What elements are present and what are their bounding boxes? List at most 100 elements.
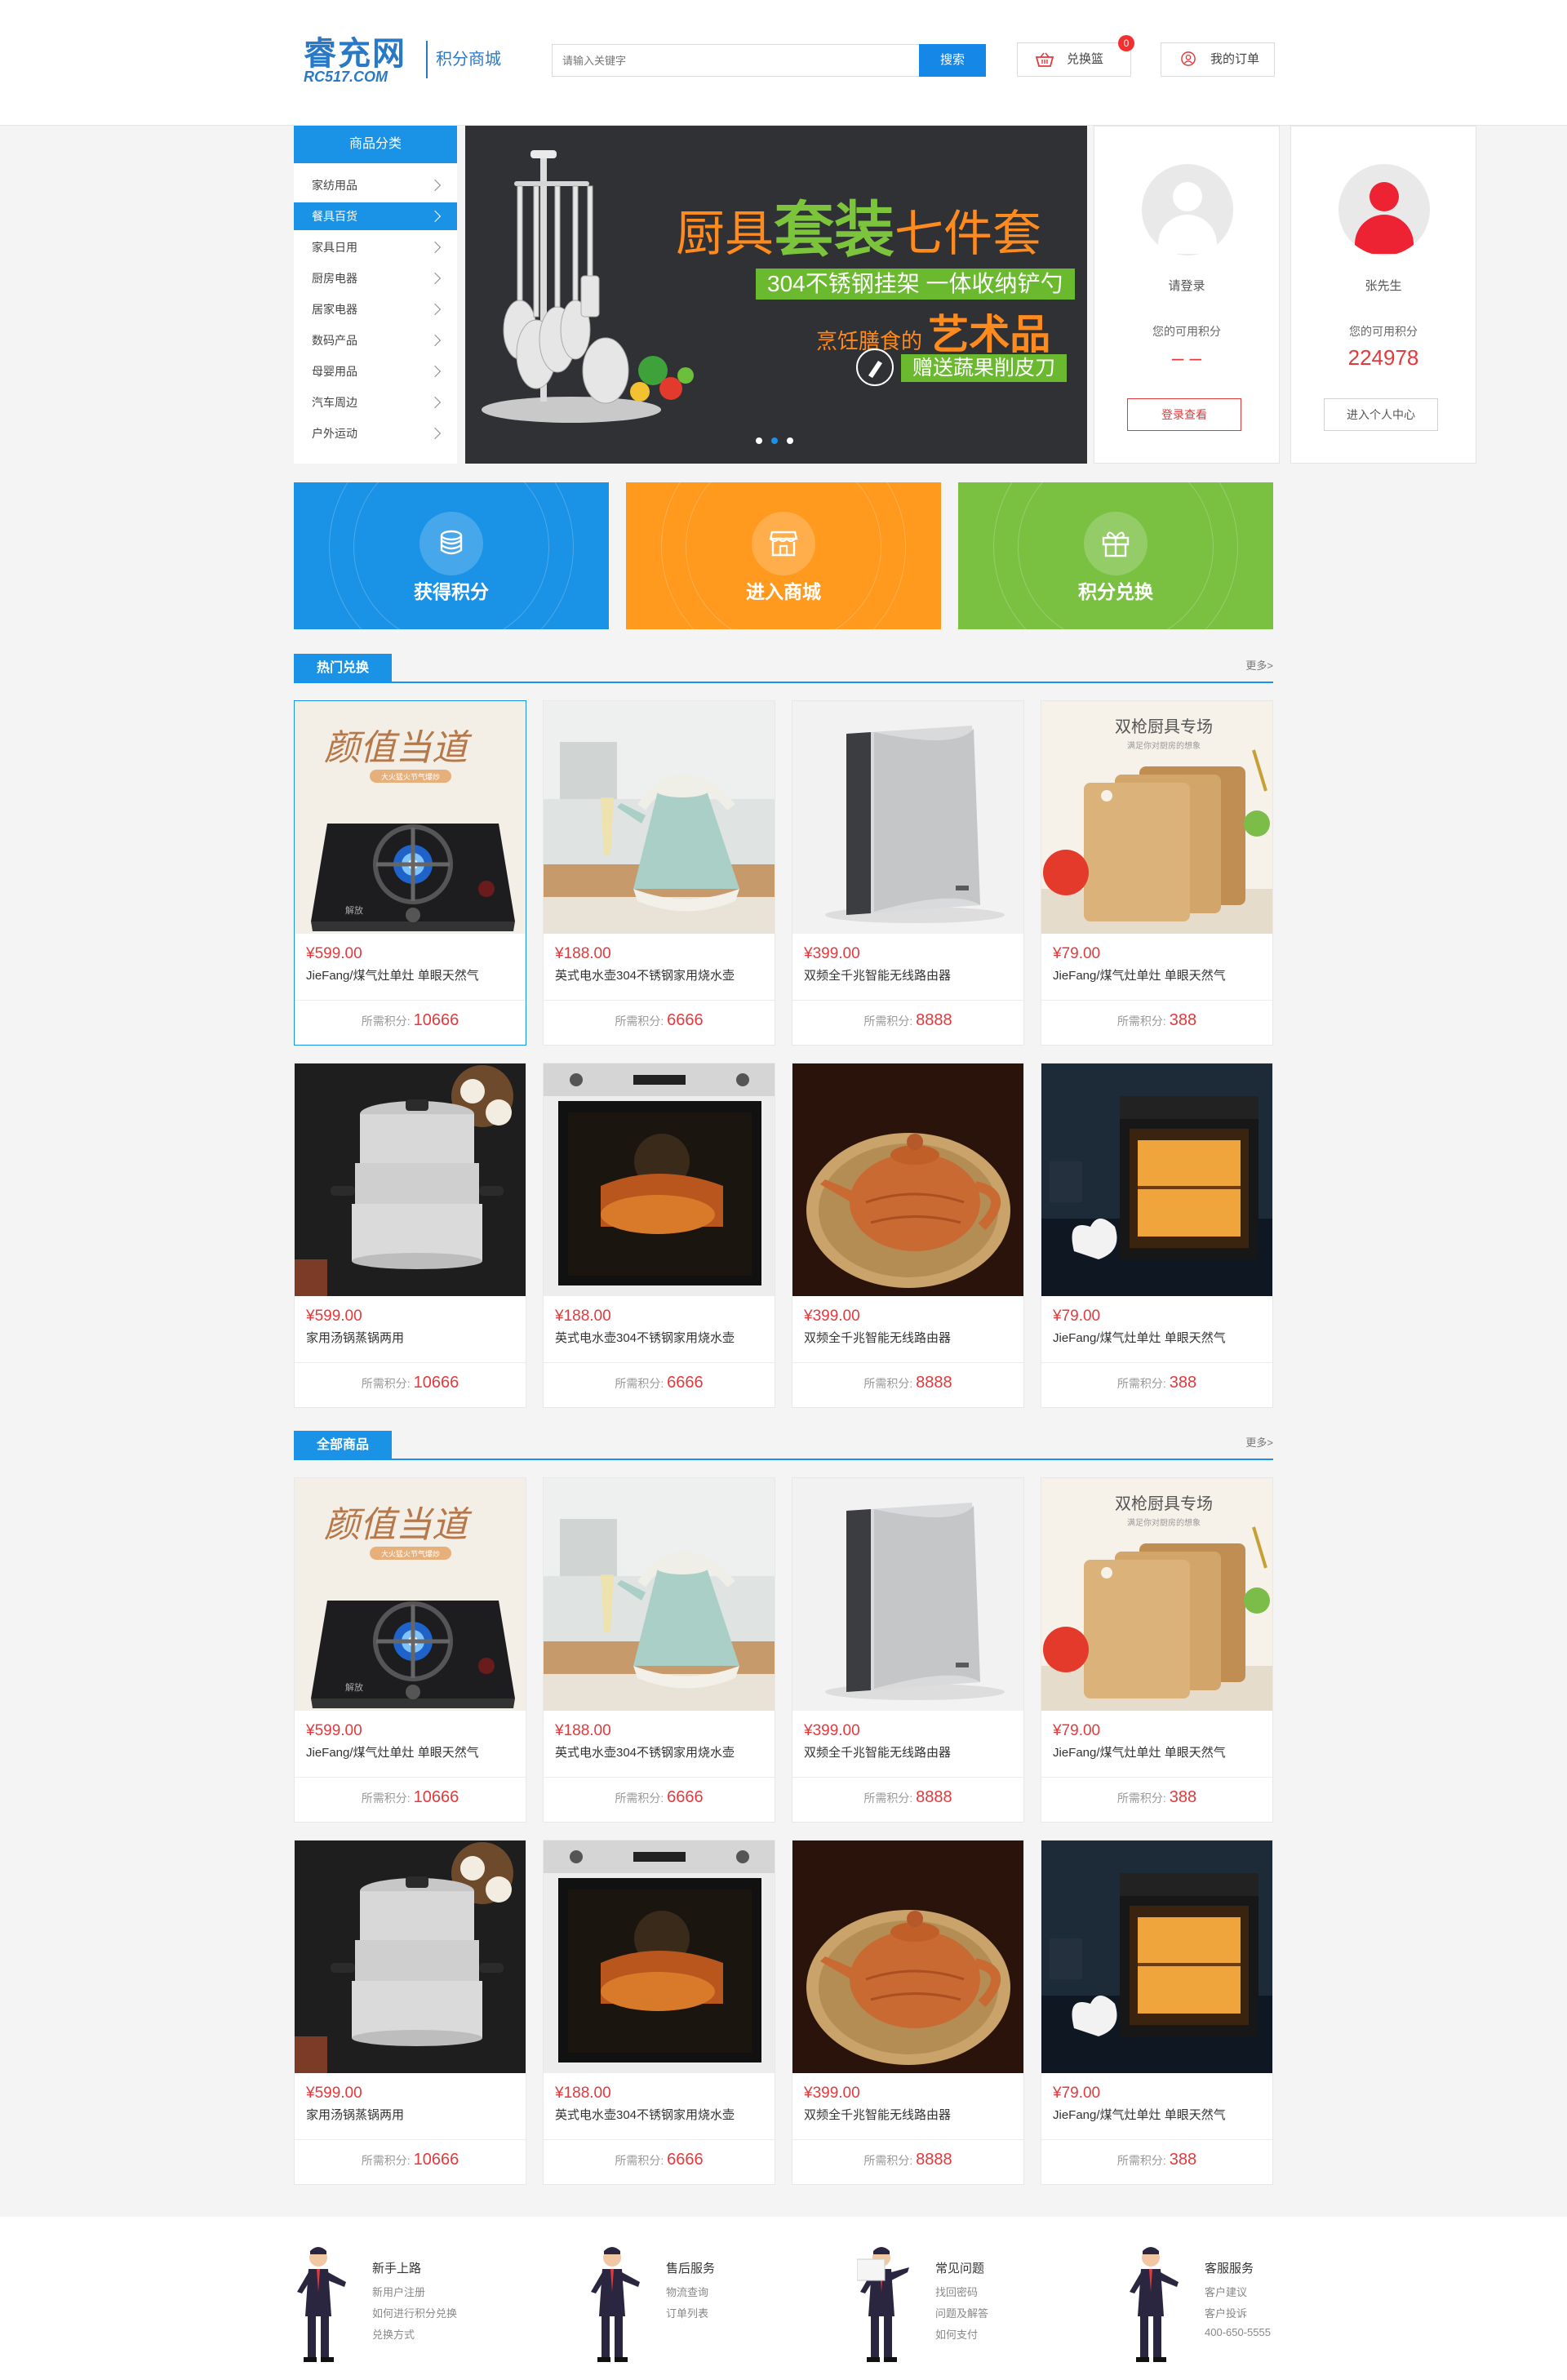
points-value: 6666	[667, 2151, 704, 2169]
footer-link[interactable]: 找回密码	[935, 2284, 978, 2299]
product-image[interactable]	[295, 1841, 526, 2073]
footer-link[interactable]: 客户投诉	[1205, 2305, 1247, 2320]
my-orders-button[interactable]: 我的订单	[1161, 42, 1275, 77]
category-item[interactable]: 母婴用品	[294, 357, 457, 385]
product-points: 所需积分: 8888	[792, 2147, 1023, 2173]
category-item[interactable]: 餐具百货	[294, 202, 457, 230]
product-price: ¥79.00	[1053, 945, 1101, 962]
product-image[interactable]	[1041, 1841, 1272, 2073]
utensil-set-illustration	[482, 150, 694, 423]
product-image[interactable]: 双枪厨具专场 满足你对厨房的想象	[1041, 701, 1272, 934]
product-price: ¥79.00	[1053, 1308, 1101, 1325]
product-name[interactable]: 英式电水壶304不锈钢家用烧水壶	[555, 2107, 767, 2125]
site-logo[interactable]: 睿充网 RC517.COM 积分商城	[304, 36, 517, 86]
footer-column-title: 新手上路	[372, 2262, 422, 2276]
product-name[interactable]: 英式电水壶304不锈钢家用烧水壶	[555, 1744, 767, 1762]
product-name[interactable]: 英式电水壶304不锈钢家用烧水壶	[555, 1330, 767, 1348]
product-card[interactable]: ¥399.00 双频全千兆智能无线路由器 所需积分: 8888	[792, 1063, 1024, 1408]
product-card[interactable]: ¥399.00 双频全千兆智能无线路由器 所需积分: 8888	[792, 700, 1024, 1046]
footer-link[interactable]: 问题及解答	[935, 2305, 988, 2320]
product-name[interactable]: 双频全千兆智能无线路由器	[804, 967, 1016, 985]
product-name[interactable]: JieFang/煤气灶单灶 单眼天然气	[1053, 967, 1265, 985]
search-input[interactable]	[552, 44, 919, 77]
product-name[interactable]: JieFang/煤气灶单灶 单眼天然气	[1053, 2107, 1265, 2125]
product-name[interactable]: 家用汤锅蒸锅两用	[306, 2107, 518, 2125]
chevron-right-icon	[428, 427, 442, 440]
banner-dot-3[interactable]	[787, 437, 793, 444]
product-name[interactable]: JieFang/煤气灶单灶 单眼天然气	[1053, 1330, 1265, 1348]
product-name[interactable]: 双频全千兆智能无线路由器	[804, 2107, 1016, 2125]
product-card[interactable]: 颜值当道 大火猛火节气爆炒 解放 ¥599.00 JieFang/煤气灶单灶 单眼天…	[294, 700, 526, 1046]
product-image[interactable]	[792, 701, 1023, 934]
hero-banner[interactable]: 厨具套装七件套 304不锈钢挂架 一体收纳铲勺 烹饪膳食的 艺术品 赠送蔬果削皮…	[465, 126, 1087, 464]
product-card[interactable]: 双枪厨具专场 满足你对厨房的想象 ¥79.00 JieFang/煤气灶单灶 单眼天…	[1041, 700, 1273, 1046]
product-card[interactable]: ¥188.00 英式电水壶304不锈钢家用烧水壶 所需积分: 6666	[543, 1840, 775, 2185]
personal-center-button[interactable]: 进入个人中心	[1324, 398, 1438, 431]
footer-link[interactable]: 如何支付	[935, 2326, 978, 2342]
product-image[interactable]	[544, 1478, 775, 1711]
product-image[interactable]	[1041, 1063, 1272, 1296]
service-person-icon	[1130, 2247, 1179, 2362]
product-name[interactable]: 家用汤锅蒸锅两用	[306, 1330, 518, 1348]
category-item[interactable]: 家纺用品	[294, 171, 457, 199]
footer-link[interactable]: 订单列表	[666, 2305, 708, 2320]
category-label: 汽车周边	[312, 396, 357, 409]
points-value: 10666	[413, 2151, 459, 2169]
cart-button[interactable]: 兑换篮	[1017, 42, 1131, 77]
product-card[interactable]: ¥399.00 双频全千兆智能无线路由器 所需积分: 8888	[792, 1477, 1024, 1823]
footer-link[interactable]: 兑换方式	[372, 2326, 415, 2342]
earn-points-tile[interactable]: 获得积分	[294, 482, 609, 629]
search-button[interactable]: 搜索	[919, 44, 986, 77]
banner-dot-1[interactable]	[756, 437, 762, 444]
category-item[interactable]: 厨房电器	[294, 264, 457, 292]
product-card[interactable]: ¥599.00 家用汤锅蒸锅两用 所需积分: 10666	[294, 1063, 526, 1408]
points-exchange-tile[interactable]: 积分兑换	[958, 482, 1273, 629]
category-item[interactable]: 家具日用	[294, 233, 457, 261]
product-price: ¥79.00	[1053, 1722, 1101, 1739]
enter-mall-tile[interactable]: 进入商城	[626, 482, 941, 629]
product-image[interactable]	[544, 1841, 775, 2073]
product-card[interactable]: ¥188.00 英式电水壶304不锈钢家用烧水壶 所需积分: 6666	[543, 1063, 775, 1408]
hot-exchange-more-link[interactable]: 更多>	[1245, 654, 1273, 678]
product-card[interactable]: 颜值当道 大火猛火节气爆炒 解放 ¥599.00 JieFang/煤气灶单灶 单眼天…	[294, 1477, 526, 1823]
product-image[interactable]	[792, 1063, 1023, 1296]
product-card[interactable]: ¥188.00 英式电水壶304不锈钢家用烧水壶 所需积分: 6666	[543, 1477, 775, 1823]
product-card[interactable]: 双枪厨具专场 满足你对厨房的想象 ¥79.00 JieFang/煤气灶单灶 单眼天…	[1041, 1477, 1273, 1823]
product-card[interactable]: ¥188.00 英式电水壶304不锈钢家用烧水壶 所需积分: 6666	[543, 700, 775, 1046]
product-name[interactable]: 英式电水壶304不锈钢家用烧水壶	[555, 967, 767, 985]
footer-link[interactable]: 客户建议	[1205, 2284, 1247, 2299]
footer-link[interactable]: 如何进行积分兑换	[372, 2305, 457, 2320]
product-card[interactable]: ¥599.00 家用汤锅蒸锅两用 所需积分: 10666	[294, 1840, 526, 2185]
all-products-title: 全部商品	[294, 1431, 392, 1460]
product-card[interactable]: ¥79.00 JieFang/煤气灶单灶 单眼天然气 所需积分: 388	[1041, 1840, 1273, 2185]
product-image[interactable]	[295, 1063, 526, 1296]
footer-link[interactable]: 物流查询	[666, 2284, 708, 2299]
all-products-more-link[interactable]: 更多>	[1245, 1431, 1273, 1455]
product-image[interactable]	[792, 1478, 1023, 1711]
product-name[interactable]: JieFang/煤气灶单灶 单眼天然气	[306, 1744, 518, 1762]
product-image[interactable]: 颜值当道 大火猛火节气爆炒 解放	[295, 1478, 526, 1711]
product-name[interactable]: JieFang/煤气灶单灶 单眼天然气	[1053, 1744, 1265, 1762]
category-item[interactable]: 汽车周边	[294, 389, 457, 416]
login-button[interactable]: 登录查看	[1127, 398, 1241, 431]
category-item[interactable]: 数码产品	[294, 326, 457, 354]
product-image[interactable]	[544, 701, 775, 934]
category-item[interactable]: 居家电器	[294, 295, 457, 323]
product-name[interactable]: 双频全千兆智能无线路由器	[804, 1330, 1016, 1348]
product-image[interactable]	[792, 1841, 1023, 2073]
product-image[interactable]	[544, 1063, 775, 1296]
card-divider	[295, 1362, 526, 1363]
product-card[interactable]: ¥79.00 JieFang/煤气灶单灶 单眼天然气 所需积分: 388	[1041, 1063, 1273, 1408]
product-card[interactable]: ¥399.00 双频全千兆智能无线路由器 所需积分: 8888	[792, 1840, 1024, 2185]
product-name[interactable]: JieFang/煤气灶单灶 单眼天然气	[306, 967, 518, 985]
product-points: 所需积分: 10666	[295, 1008, 526, 1033]
footer-column: 新手上路新用户注册如何进行积分兑换 兑换方式	[294, 2243, 506, 2365]
banner-dot-2[interactable]	[771, 437, 778, 444]
category-item[interactable]: 户外运动	[294, 420, 457, 447]
footer-link[interactable]: 新用户注册	[372, 2284, 425, 2299]
product-image[interactable]: 双枪厨具专场 满足你对厨房的想象	[1041, 1478, 1272, 1711]
product-image[interactable]: 颜值当道 大火猛火节气爆炒 解放	[295, 701, 526, 934]
gift-icon	[1084, 512, 1148, 575]
footer-link[interactable]: 400-650-5555	[1205, 2326, 1271, 2338]
product-name[interactable]: 双频全千兆智能无线路由器	[804, 1744, 1016, 1762]
